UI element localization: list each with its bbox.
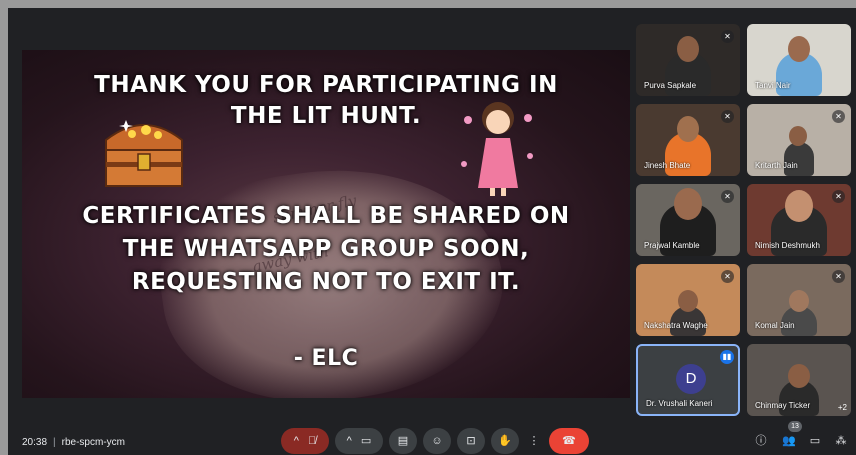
- mic-off-icon: ✕: [832, 190, 845, 203]
- participant-name: Kritarth Jain: [755, 161, 798, 170]
- camera-button[interactable]: ^ ▭: [335, 428, 383, 454]
- meeting-code: rbe-spcm-ycm: [61, 437, 125, 448]
- emoji-icon: ☺: [431, 435, 443, 447]
- end-call-icon: ☎: [562, 435, 576, 447]
- captions-button[interactable]: ▤: [389, 428, 417, 454]
- presentation-slide: summer fly away with THANK YOU FOR PARTI…: [22, 50, 630, 398]
- clock-time: 20:38: [22, 437, 48, 448]
- people-button[interactable]: 👥: [780, 432, 798, 450]
- participant-tile[interactable]: ✕ Prajwal Kamble: [636, 184, 740, 256]
- participant-tile[interactable]: ✕ Kritarth Jain: [747, 104, 851, 176]
- participant-name: Chinmay Ticker: [755, 401, 811, 410]
- participant-tile[interactable]: ✕ Nakshatra Waghe: [636, 264, 740, 336]
- participant-tile[interactable]: ✕ Purva Sapkale: [636, 24, 740, 96]
- more-participants-count[interactable]: +2: [838, 403, 847, 412]
- chat-button[interactable]: ▭: [806, 432, 824, 450]
- participant-name: Purva Sapkale: [644, 81, 697, 90]
- treasure-chest-icon: [105, 120, 183, 187]
- activities-button[interactable]: ⁂: [832, 432, 850, 450]
- participant-name: Nakshatra Waghe: [644, 321, 708, 330]
- meet-window: summer fly away with THANK YOU FOR PARTI…: [8, 8, 856, 455]
- participant-name: Prajwal Kamble: [644, 241, 700, 250]
- slide-signature: - ELC: [293, 346, 359, 371]
- bottom-toolbar: 20:38 | rbe-spcm-ycm ^ 🎙̸ ^ ▭ ▤ ☺ ⊡ ✋ ⋮ ☎ …: [8, 421, 856, 455]
- camera-icon: ▭: [360, 435, 372, 447]
- participant-tile[interactable]: ✕ Jinesh Bhate: [636, 104, 740, 176]
- more-options-icon: ⋮: [528, 435, 540, 447]
- mic-off-icon: ✕: [832, 110, 845, 123]
- present-icon: ⊡: [466, 435, 476, 447]
- participant-video: [779, 364, 819, 416]
- mic-off-icon: ✕: [721, 110, 734, 123]
- people-icon: 👥: [782, 435, 796, 447]
- captions-icon: ▤: [397, 435, 409, 447]
- mic-off-icon: ✕: [721, 270, 734, 283]
- end-call-button[interactable]: ☎: [549, 428, 589, 454]
- mic-off-icon: ✕: [721, 30, 734, 43]
- info-button[interactable]: ⓘ: [752, 432, 770, 450]
- mic-off-icon: ✕: [832, 270, 845, 283]
- screen-bezel-left: [0, 0, 8, 455]
- chevron-up-icon: ^: [293, 435, 299, 447]
- thank-you-girl-icon: [461, 102, 533, 196]
- participant-tile[interactable]: ✕ Komal Jain: [747, 264, 851, 336]
- meeting-info: 20:38 | rbe-spcm-ycm: [22, 437, 125, 448]
- slide-message: CERTIFICATES SHALL BE SHARED ON THE WHAT…: [82, 203, 570, 295]
- separator: |: [53, 437, 56, 448]
- participant-name: Nimish Deshmukh: [755, 241, 820, 250]
- chevron-up-icon: ^: [346, 435, 352, 447]
- screen-bezel-top: [0, 0, 856, 8]
- participant-name: Jinesh Bhate: [644, 161, 691, 170]
- participant-tile[interactable]: ✕ Nimish Deshmukh: [747, 184, 851, 256]
- participant-name: Komal Jain: [755, 321, 795, 330]
- raise-hand-icon: ✋: [498, 435, 512, 447]
- participant-video: [784, 126, 814, 176]
- speaking-indicator-icon: ▮▮: [720, 350, 734, 364]
- emoji-button[interactable]: ☺: [423, 428, 451, 454]
- participant-tile[interactable]: D ▮▮ Dr. Vrushali Kaneri: [636, 344, 740, 416]
- present-button[interactable]: ⊡: [457, 428, 485, 454]
- chat-icon: ▭: [809, 435, 821, 447]
- mic-off-icon: 🎙̸: [307, 435, 317, 447]
- participant-tile[interactable]: Tanvi Nair: [747, 24, 851, 96]
- mic-button[interactable]: ^ 🎙̸: [281, 428, 329, 454]
- participant-tile[interactable]: Chinmay Ticker +2: [747, 344, 851, 416]
- mic-off-icon: ✕: [721, 190, 734, 203]
- participant-name: Tanvi Nair: [755, 81, 791, 90]
- more-options-button[interactable]: ⋮: [525, 428, 543, 454]
- participant-avatar: D: [676, 364, 706, 394]
- participant-name: Dr. Vrushali Kaneri: [646, 399, 713, 408]
- info-icon: ⓘ: [755, 435, 767, 447]
- participant-count-badge: 13: [788, 421, 802, 432]
- activities-icon: ⁂: [835, 435, 847, 447]
- raise-hand-button[interactable]: ✋: [491, 428, 519, 454]
